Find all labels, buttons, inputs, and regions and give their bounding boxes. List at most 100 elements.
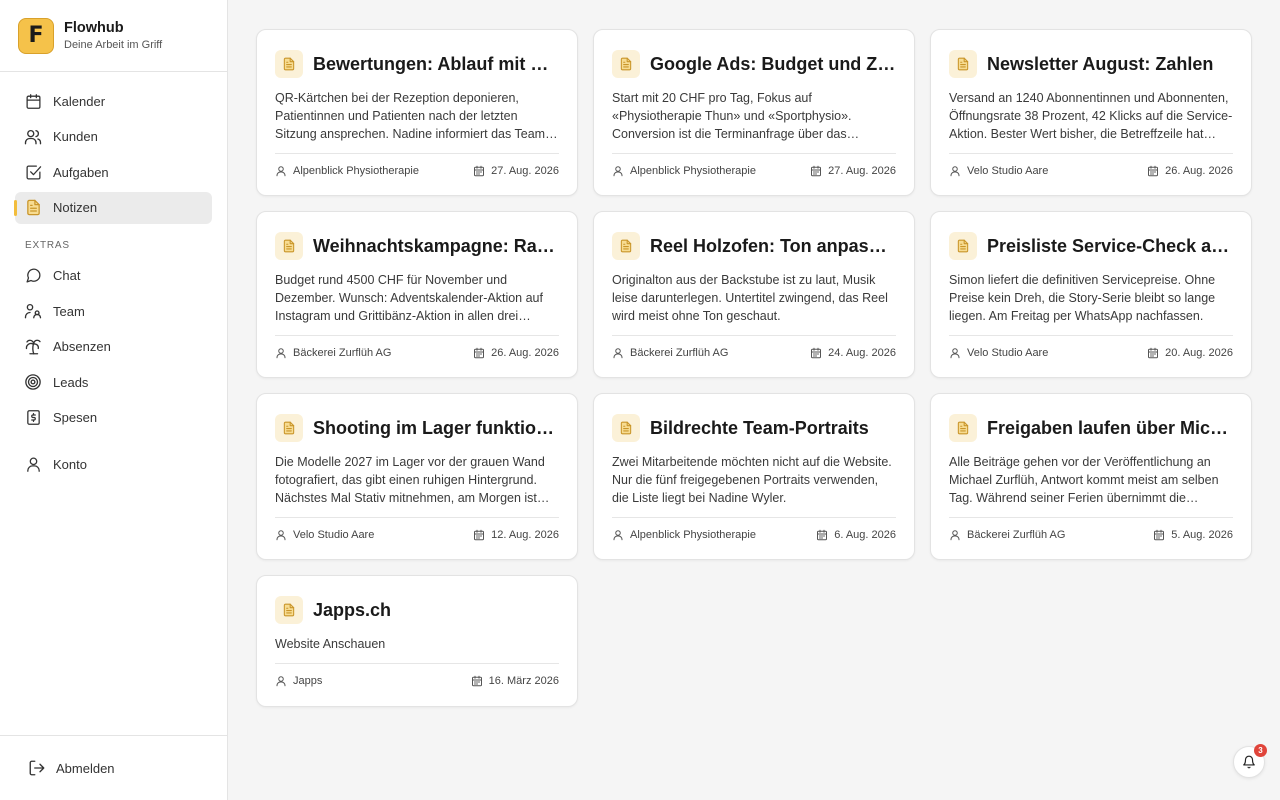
note-date-text: 26. Aug. 2026: [1165, 165, 1233, 177]
sidebar: F Flowhub Deine Arbeit im Griff Kalender…: [0, 0, 228, 800]
note-card[interactable]: Preisliste Service-Check ausstehend Simon…: [930, 211, 1252, 378]
users-icon: [24, 128, 42, 146]
note-client: Alpenblick Physiotherapie: [612, 165, 756, 177]
note-excerpt: Alle Beiträge gehen vor der Veröffentlic…: [949, 455, 1219, 505]
sidebar-footer: Abmelden: [0, 735, 227, 800]
note-card[interactable]: Bewertungen: Ablauf mit der Rezeption QR-…: [256, 29, 578, 196]
note-card-header: Newsletter August: Zahlen: [949, 50, 1233, 78]
user-icon: [275, 165, 293, 177]
note-excerpt: Originalton aus der Backstube ist zu lau…: [612, 273, 888, 323]
notifications-button[interactable]: 3: [1233, 744, 1267, 778]
note-date-text: 6. Aug. 2026: [834, 529, 896, 541]
calendar-icon: [810, 165, 828, 177]
note-client-name: Velo Studio Aare: [293, 529, 375, 541]
calendar-icon: [810, 347, 828, 359]
note-title: Preisliste Service-Check ausstehend: [987, 235, 1233, 256]
note-footer: Bäckerei Zurflüh AG 26. Aug. 2026: [275, 335, 559, 359]
user-icon: [612, 165, 630, 177]
note-date-text: 27. Aug. 2026: [491, 165, 559, 177]
note-excerpt: Budget rund 4500 CHF für November und De…: [275, 273, 543, 323]
user-icon: [275, 675, 293, 687]
note-date-text: 24. Aug. 2026: [828, 347, 896, 359]
note-card[interactable]: Reel Holzofen: Ton anpassen Originalton a…: [593, 211, 915, 378]
chat-icon: [24, 267, 42, 285]
note-title: Bewertungen: Ablauf mit der Rezeption: [313, 53, 559, 74]
main-nav: Kalender Kunden Aufgaben Notizen EXTRAS: [0, 72, 227, 480]
user-icon: [24, 455, 42, 473]
note-date-text: 26. Aug. 2026: [491, 347, 559, 359]
note-client-name: Japps: [293, 675, 323, 687]
note-icon: [275, 414, 303, 442]
app-name: Flowhub: [64, 20, 124, 36]
note-card-header: Bildrechte Team-Portraits: [612, 414, 896, 442]
note-card[interactable]: Weihnachtskampagne: Rahmen Budget rund 45…: [256, 211, 578, 378]
sidebar-item-leads[interactable]: Leads: [15, 366, 212, 398]
note-icon: [612, 50, 640, 78]
user-icon: [612, 347, 630, 359]
app-logo: F: [18, 17, 54, 54]
note-date: 6. Aug. 2026: [816, 529, 896, 541]
team-icon: [24, 302, 42, 320]
note-card[interactable]: Bildrechte Team-Portraits Zwei Mitarbeite…: [593, 393, 915, 560]
note-title: Weihnachtskampagne: Rahmen: [313, 235, 559, 256]
extras-section-label: EXTRAS: [25, 239, 70, 251]
sidebar-item-chat[interactable]: Chat: [15, 260, 212, 292]
note-client-name: Alpenblick Physiotherapie: [630, 165, 756, 177]
note-card[interactable]: Google Ads: Budget und Ziel Start mit 20 …: [593, 29, 915, 196]
note-footer: Velo Studio Aare 26. Aug. 2026: [949, 153, 1233, 177]
note-date-text: 20. Aug. 2026: [1165, 347, 1233, 359]
note-client: Velo Studio Aare: [275, 529, 374, 541]
note-date: 27. Aug. 2026: [810, 165, 896, 177]
note-client-name: Bäckerei Zurflüh AG: [630, 347, 729, 359]
note-date-text: 27. Aug. 2026: [828, 165, 896, 177]
note-footer: Alpenblick Physiotherapie 27. Aug. 2026: [612, 153, 896, 177]
sidebar-item-label: Chat: [53, 268, 81, 283]
logo-letter: F: [28, 22, 44, 48]
user-icon: [949, 529, 967, 541]
calendar-icon: [473, 347, 491, 359]
note-title: Reel Holzofen: Ton anpassen: [650, 235, 896, 256]
sidebar-item-label: Aufgaben: [53, 164, 109, 180]
palm-tree-icon: [24, 338, 42, 356]
sidebar-item-label: Leads: [53, 374, 89, 390]
sidebar-item-notizen[interactable]: Notizen: [14, 191, 212, 224]
checkbox-icon: [24, 163, 42, 181]
note-title: Newsletter August: Zahlen: [987, 53, 1214, 74]
note-date: 20. Aug. 2026: [1147, 347, 1233, 359]
note-excerpt: Die Modelle 2027 im Lager vor der grauen…: [275, 455, 545, 505]
notes-grid: Bewertungen: Ablauf mit der Rezeption QR-…: [256, 29, 1252, 707]
note-client-name: Bäckerei Zurflüh AG: [967, 529, 1066, 541]
note-title: Japps.ch: [313, 599, 392, 620]
note-card-header: Weihnachtskampagne: Rahmen: [275, 232, 559, 260]
note-card[interactable]: Shooting im Lager funktioniert Die Modell…: [256, 393, 578, 560]
calendar-icon: [816, 529, 834, 541]
note-card[interactable]: Japps.ch Website Anschauen Japps 16. März 2…: [256, 575, 578, 707]
sidebar-item-absenzen[interactable]: Absenzen: [15, 331, 212, 363]
sidebar-item-konto[interactable]: Konto: [15, 448, 212, 480]
target-icon: [24, 373, 42, 391]
logout-button[interactable]: Abmelden: [28, 759, 115, 777]
note-date-text: 5. Aug. 2026: [1171, 529, 1233, 541]
note-excerpt: Website Anschauen: [275, 637, 386, 651]
note-icon: [275, 232, 303, 260]
sidebar-item-team[interactable]: Team: [15, 295, 212, 327]
sidebar-item-spesen[interactable]: Spesen: [15, 402, 212, 434]
note-card[interactable]: Newsletter August: Zahlen Versand an 1240…: [930, 29, 1252, 196]
note-card-header: Shooting im Lager funktioniert: [275, 414, 559, 442]
calendar-icon: [1147, 347, 1165, 359]
sidebar-item-label: Team: [53, 303, 85, 319]
sidebar-item-kunden[interactable]: Kunden: [15, 121, 212, 153]
logout-icon: [29, 760, 45, 776]
note-card[interactable]: Freigaben laufen über Michael Alle Beiträ…: [930, 393, 1252, 560]
note-footer: Alpenblick Physiotherapie 6. Aug. 2026: [612, 517, 896, 541]
note-client: Bäckerei Zurflüh AG: [949, 529, 1065, 541]
sidebar-item-kalender[interactable]: Kalender: [15, 85, 212, 117]
note-card-header: Freigaben laufen über Michael: [949, 414, 1233, 442]
sidebar-item-label: Konto: [53, 456, 87, 472]
note-icon: [275, 50, 303, 78]
notification-count-badge: 3: [1254, 744, 1267, 757]
sidebar-item-label: Notizen: [53, 200, 98, 215]
note-card-header: Reel Holzofen: Ton anpassen: [612, 232, 896, 260]
sidebar-item-aufgaben[interactable]: Aufgaben: [15, 156, 212, 188]
note-icon: [24, 199, 42, 217]
